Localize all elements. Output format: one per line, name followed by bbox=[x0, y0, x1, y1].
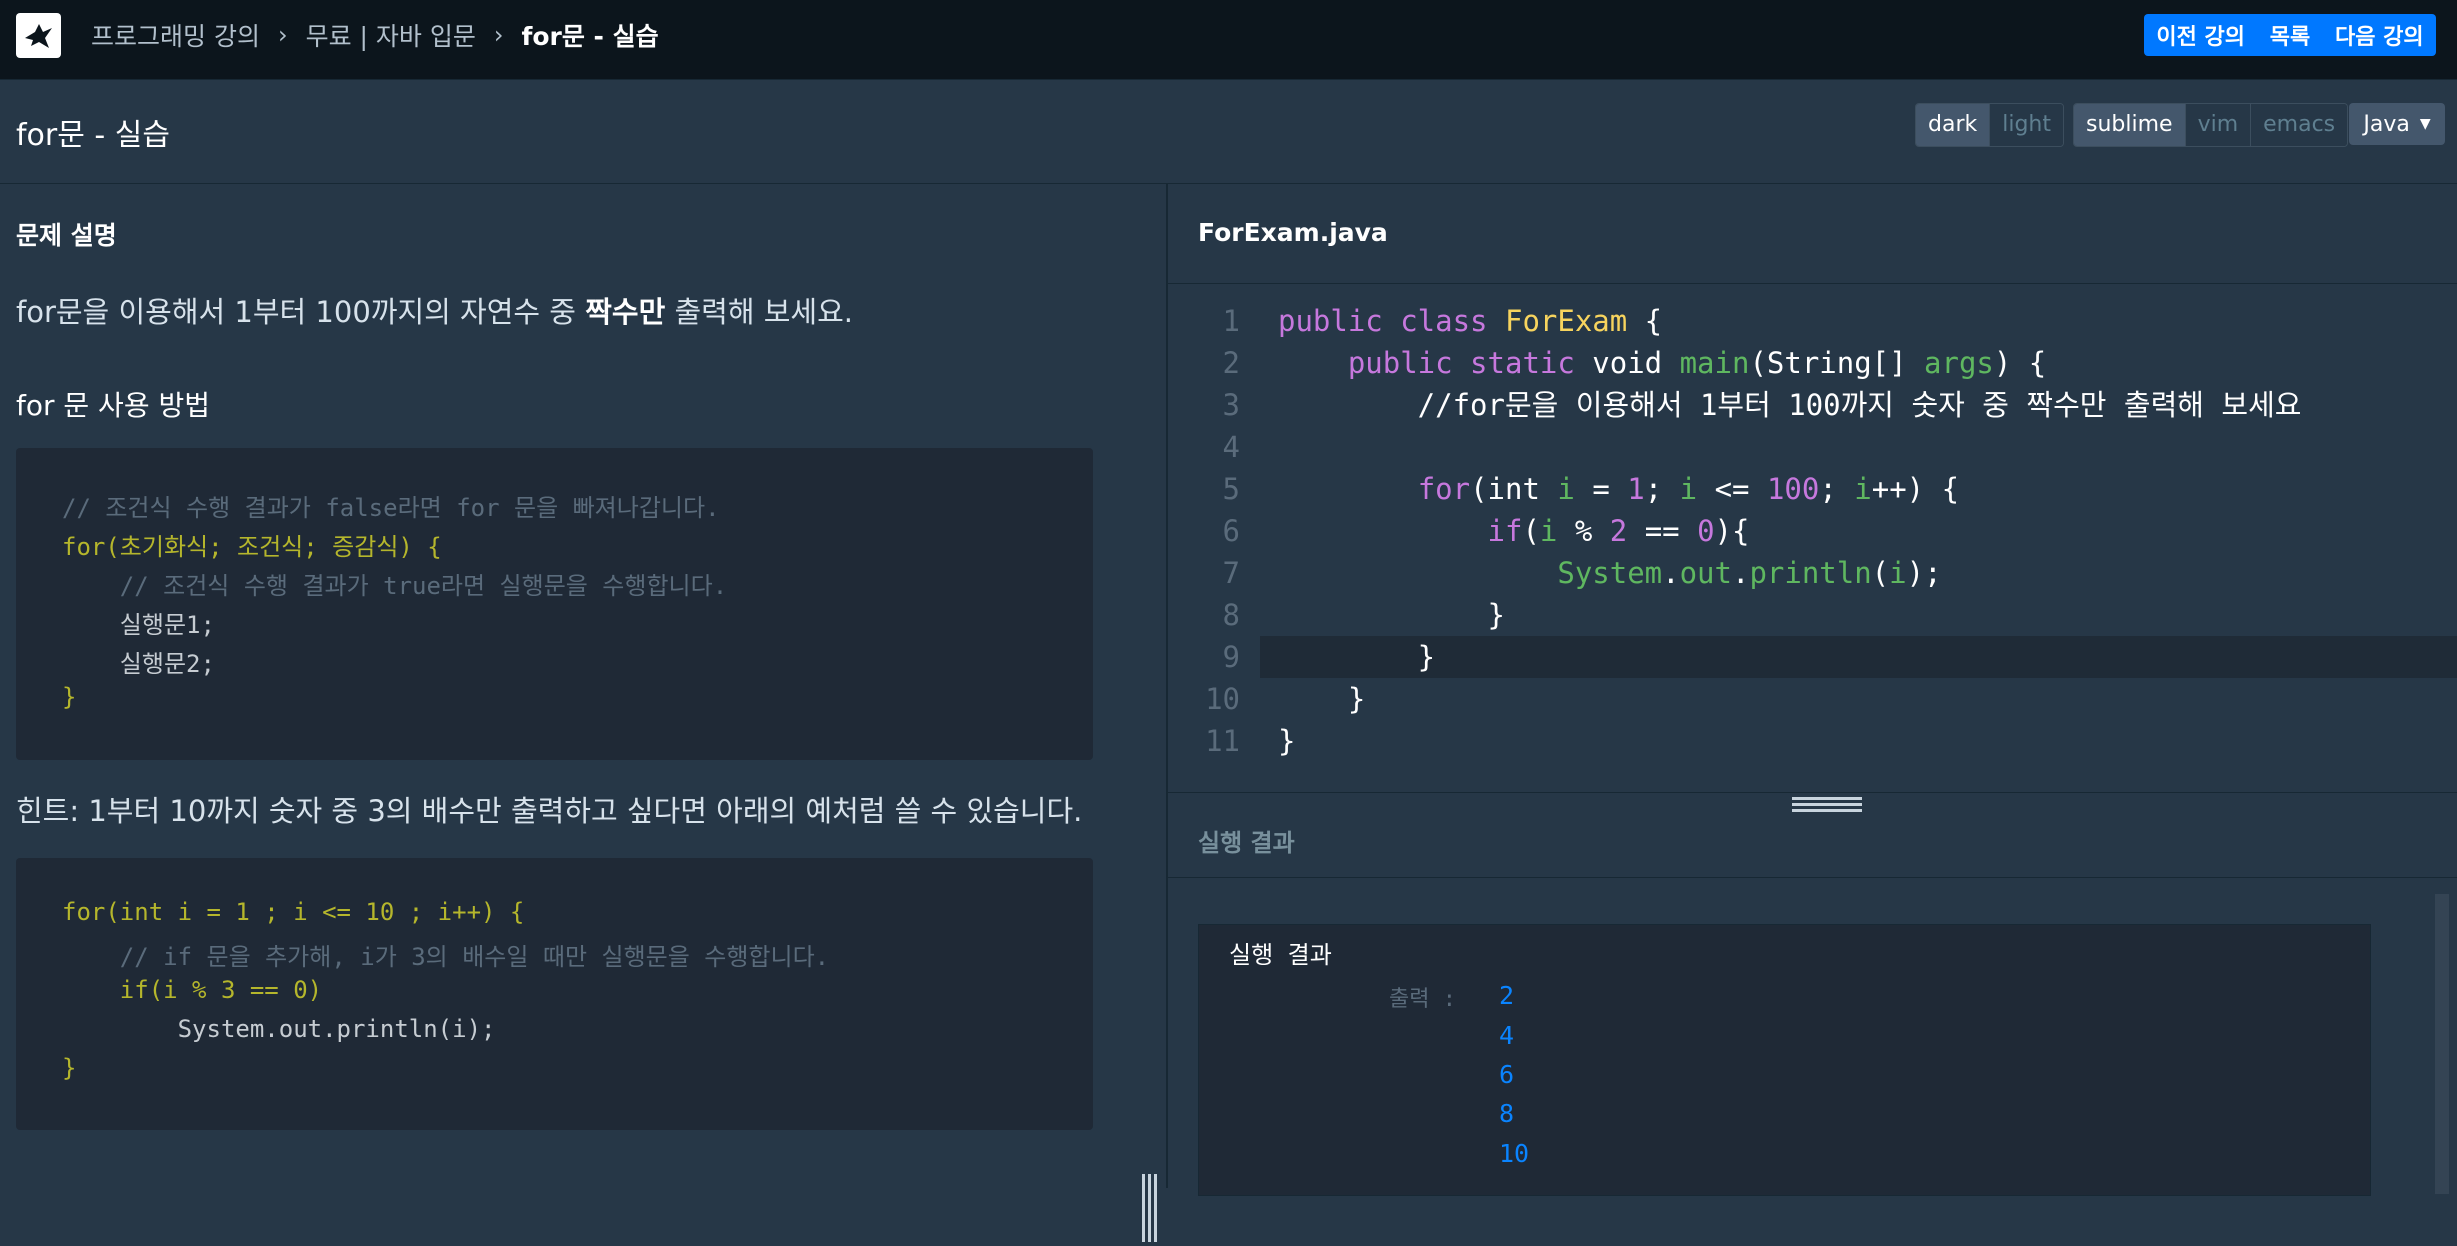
editor-line-code: } bbox=[1278, 640, 1436, 674]
line-number: 11 bbox=[1205, 724, 1240, 758]
console-title: 실행 결과 bbox=[1229, 941, 1332, 969]
horizontal-splitter-handle[interactable] bbox=[1792, 797, 1862, 815]
page-title: for문 - 실습 bbox=[16, 118, 170, 153]
output-value: 4 bbox=[1499, 1021, 1515, 1050]
editor-line-code: for(int i = 1; i <= 100; i++) { bbox=[1417, 472, 1960, 506]
usage-code-line: 실행문2; bbox=[62, 650, 215, 678]
problem-heading: 문제 설명 bbox=[16, 221, 117, 250]
hint-code-block: for(int i = 1 ; i <= 10 ; i++) { // if 문… bbox=[16, 858, 1093, 1130]
file-name: ForExam.java bbox=[1198, 218, 1388, 247]
theme-dark-option[interactable]: dark bbox=[1916, 104, 1990, 146]
line-number: 9 bbox=[1222, 640, 1240, 674]
editor-line-code: if(i % 2 == 0){ bbox=[1487, 514, 1750, 548]
caret-down-icon: ▼ bbox=[2419, 116, 2431, 132]
description-text: for문을 이용해서 1부터 100까지의 자연수 중 bbox=[16, 295, 586, 329]
editor-line: 10 } bbox=[1168, 678, 2457, 720]
editor-line: 9 } bbox=[1168, 636, 2457, 678]
problem-description: for문을 이용해서 1부터 100까지의 자연수 중 짝수만 출력해 보세요. bbox=[16, 289, 853, 331]
editor-line-code: //for문을 이용해서 1부터 100까지 숫자 중 짝수만 출력해 보세요 bbox=[1278, 388, 2302, 422]
keymap-sublime-option[interactable]: sublime bbox=[2074, 104, 2185, 146]
usage-code-line: 실행문1; bbox=[62, 611, 215, 639]
output-label: 출력 : bbox=[1389, 987, 1456, 1012]
editor-pane: ForExam.java 1 public class ForExam { 2 p… bbox=[1166, 184, 2457, 1196]
prev-lesson-button[interactable]: 이전 강의 bbox=[2156, 19, 2245, 51]
line-number: 10 bbox=[1205, 682, 1240, 716]
lesson-list-button[interactable]: 목록 bbox=[2270, 19, 2310, 51]
vertical-splitter-handle[interactable] bbox=[1142, 1174, 1160, 1242]
breadcrumb-item-course[interactable]: 무료 | 자바 입문 bbox=[306, 17, 476, 53]
logo-icon[interactable] bbox=[16, 13, 61, 58]
description-emphasis: 짝수만 bbox=[585, 295, 666, 329]
output-value: 10 bbox=[1499, 1139, 1530, 1168]
hint-text: 힌트: 1부터 10까지 숫자 중 3의 배수만 출력하고 싶다면 아래의 예처… bbox=[16, 794, 1083, 828]
result-scrollbar[interactable] bbox=[2435, 894, 2449, 1194]
keymap-toggle: sublime vim emacs bbox=[2073, 103, 2349, 147]
line-number: 8 bbox=[1222, 598, 1240, 632]
theme-light-option[interactable]: light bbox=[1989, 104, 2063, 146]
line-number: 7 bbox=[1222, 556, 1240, 590]
breadcrumb-item-category[interactable]: 프로그래밍 강의 bbox=[91, 17, 260, 53]
editor-line-code: public static void main(String[] args) { bbox=[1347, 346, 2047, 380]
hint-code-line: if(i % 3 == 0) bbox=[62, 976, 323, 1004]
chevron-right-icon: › bbox=[493, 21, 504, 49]
editor-line-code: } bbox=[1278, 682, 1366, 716]
line-number: 5 bbox=[1222, 472, 1240, 506]
output-value: 2 bbox=[1499, 981, 1515, 1010]
chevron-right-icon: › bbox=[277, 21, 288, 49]
line-number: 6 bbox=[1222, 514, 1240, 548]
editor-line: 2 public static void main(String[] args)… bbox=[1168, 342, 2457, 384]
title-bar: for문 - 실습 dark light sublime vim emacs J… bbox=[0, 80, 2457, 184]
theme-toggle: dark light bbox=[1915, 103, 2064, 147]
description-text-end: 출력해 보세요. bbox=[665, 295, 853, 329]
editor-line-code: } bbox=[1278, 598, 1505, 632]
editor-line-code: } bbox=[1278, 724, 1296, 758]
line-number: 4 bbox=[1222, 430, 1240, 464]
editor-line: 4 bbox=[1168, 426, 2457, 468]
lesson-nav-group: 이전 강의 목록 다음 강의 bbox=[2144, 14, 2436, 56]
usage-code-line: } bbox=[62, 683, 77, 711]
code-editor[interactable]: 1 public class ForExam { 2 public static … bbox=[1168, 284, 2457, 792]
editor-line: 7 System.out.println(i); bbox=[1168, 552, 2457, 594]
editor-line: 3 //for문을 이용해서 1부터 100까지 숫자 중 짝수만 출력해 보세… bbox=[1168, 384, 2457, 426]
editor-line-code: public class ForExam { bbox=[1278, 304, 1663, 338]
editor-line: 1 public class ForExam { bbox=[1168, 300, 2457, 342]
file-tab[interactable]: ForExam.java bbox=[1168, 184, 2457, 284]
usage-heading: for 문 사용 방법 bbox=[16, 389, 211, 422]
next-lesson-button[interactable]: 다음 강의 bbox=[2335, 19, 2424, 51]
editor-line: 8 } bbox=[1168, 594, 2457, 636]
hint-code-line: } bbox=[62, 1054, 77, 1082]
result-heading: 실행 결과 bbox=[1198, 829, 1295, 857]
line-number: 2 bbox=[1222, 346, 1240, 380]
top-navbar: 프로그래밍 강의 › 무료 | 자바 입문 › for문 - 실습 이전 강의 … bbox=[0, 0, 2457, 80]
output-value: 8 bbox=[1499, 1099, 1515, 1128]
keymap-emacs-option[interactable]: emacs bbox=[2250, 104, 2348, 146]
editor-line: 11} bbox=[1168, 720, 2457, 762]
keymap-vim-option[interactable]: vim bbox=[2184, 104, 2251, 146]
usage-code-line: for(초기화식; 조건식; 증감식) { bbox=[62, 533, 442, 561]
line-number: 1 bbox=[1222, 304, 1240, 338]
line-number: 3 bbox=[1222, 388, 1240, 422]
hint-code-line: System.out.println(i); bbox=[62, 1015, 496, 1043]
usage-code-line: // 조건식 수행 결과가 false라면 for 문을 빠져나갑니다. bbox=[62, 494, 720, 522]
output-value: 6 bbox=[1499, 1060, 1515, 1089]
language-select-value: Java bbox=[2363, 111, 2410, 137]
result-console: 실행 결과 출력 : 2 4 6 8 10 bbox=[1198, 924, 2371, 1196]
usage-code-block: // 조건식 수행 결과가 false라면 for 문을 빠져나갑니다. for… bbox=[16, 448, 1093, 760]
breadcrumb: 프로그래밍 강의 › 무료 | 자바 입문 › for문 - 실습 bbox=[91, 0, 659, 70]
breadcrumb-item-current: for문 - 실습 bbox=[521, 22, 659, 51]
editor-line-code: System.out.println(i); bbox=[1557, 556, 1942, 590]
language-select[interactable]: Java ▼ bbox=[2349, 103, 2445, 145]
editor-line: 6 if(i % 2 == 0){ bbox=[1168, 510, 2457, 552]
problem-pane: 문제 설명 for문을 이용해서 1부터 100까지의 자연수 중 짝수만 출력… bbox=[0, 184, 1166, 1242]
hint-code-line: // if 문을 추가해, i가 3의 배수일 때만 실행문을 수행합니다. bbox=[62, 943, 830, 971]
hint-code-line: for(int i = 1 ; i <= 10 ; i++) { bbox=[62, 898, 525, 926]
editor-line: 5 for(int i = 1; i <= 100; i++) { bbox=[1168, 468, 2457, 510]
usage-code-line: // 조건식 수행 결과가 true라면 실행문을 수행합니다. bbox=[62, 572, 728, 600]
